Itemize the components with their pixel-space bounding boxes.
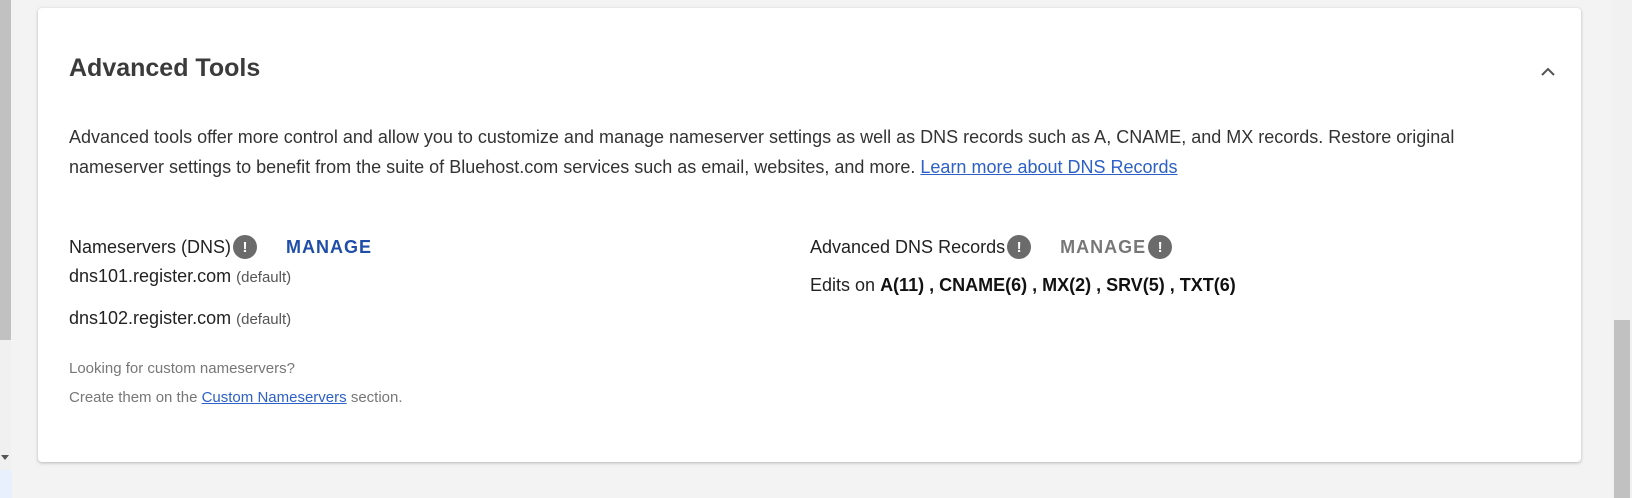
nameservers-section: Nameservers (DNS) ! MANAGE dns101.regist… (69, 234, 749, 328)
custom-nameservers-question: Looking for custom nameservers? (69, 360, 295, 377)
nameservers-label: Nameservers (DNS) (69, 236, 232, 257)
description-text: Advanced tools offer more control and al… (69, 127, 1455, 177)
learn-more-dns-link[interactable]: Learn more about DNS Records (920, 157, 1177, 177)
hint-suffix: section. (350, 389, 403, 406)
custom-nameservers-hint: Create them on the Custom Nameservers se… (69, 389, 403, 406)
page-scrollbar-left-thumb[interactable] (0, 0, 11, 340)
dns-records-section: Advanced DNS Records ! MANAGE ! Edits on… (810, 234, 1510, 295)
page-scrollbar-left[interactable] (0, 0, 11, 498)
manage-nameservers-button[interactable]: MANAGE (286, 237, 372, 258)
dns-edits-summary: Edits on A(11) , CNAME(6) , MX(2) , SRV(… (810, 275, 1236, 296)
manage-dns-info-icon[interactable]: ! (1148, 235, 1173, 259)
nameserver-default-tag: (default) (236, 269, 292, 286)
advanced-tools-card: Advanced Tools Advanced tools offer more… (38, 8, 1581, 462)
nameserver-host: dns101.register.com (69, 266, 232, 286)
dns-records-label: Advanced DNS Records (810, 236, 1006, 257)
hint-prefix: Create them on the (69, 389, 198, 406)
nameserver-item: dns101.register.com (default) (69, 266, 291, 287)
dns-records-info-icon[interactable]: ! (1007, 235, 1032, 259)
nameserver-item: dns102.register.com (default) (69, 308, 291, 329)
page-scrollbar-thumb[interactable] (1614, 320, 1630, 498)
chevron-up-icon[interactable] (1538, 62, 1558, 82)
card-description: Advanced tools offer more control and al… (69, 122, 1529, 182)
card-title: Advanced Tools (69, 54, 261, 82)
manage-dns-records-button[interactable]: MANAGE (1060, 237, 1146, 258)
nameservers-info-icon[interactable]: ! (233, 235, 258, 259)
scroll-down-arrow-icon[interactable] (1, 455, 9, 460)
custom-nameservers-link[interactable]: Custom Nameservers (202, 389, 347, 406)
left-edge-panel (0, 470, 12, 498)
nameserver-host: dns102.register.com (69, 308, 232, 328)
nameserver-default-tag: (default) (236, 311, 292, 328)
edits-prefix: Edits on (810, 275, 876, 295)
edits-record-counts: A(11) , CNAME(6) , MX(2) , SRV(5) , TXT(… (880, 275, 1236, 295)
